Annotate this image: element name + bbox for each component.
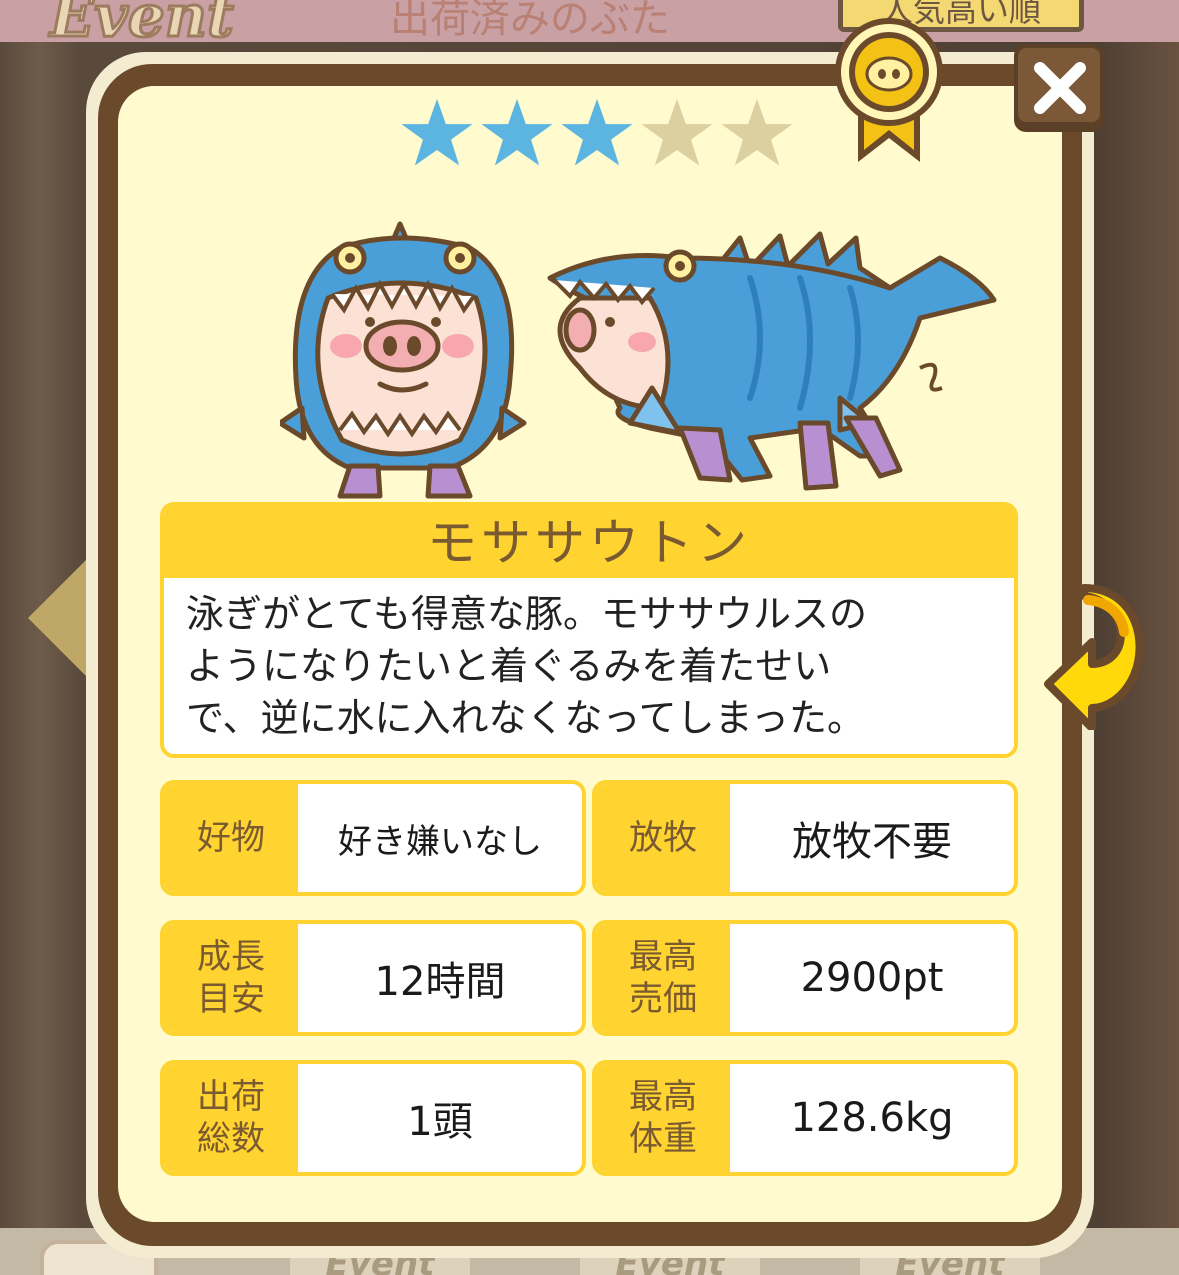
stat-value: 放牧不要 (792, 819, 952, 865)
pig-info-box: モササウトン 泳ぎがとても得意な豚。モササウルスの ようになりたいと着ぐるみを着… (160, 502, 1018, 758)
stat-label: 最高 体重 (596, 1064, 730, 1172)
stat-label-line: 成長 (197, 937, 265, 977)
stat-label: 好物 (164, 784, 298, 892)
close-button[interactable] (1014, 44, 1104, 132)
pig-description-line: で、逆に水に入れなくなってしまった。 (186, 696, 866, 740)
star-empty-icon (721, 98, 793, 166)
stat-value: 12時間 (374, 959, 506, 1005)
star-filled-icon (561, 98, 633, 166)
star-empty-icon (641, 98, 713, 166)
next-arrow-icon[interactable] (1044, 580, 1154, 730)
star-filled-icon (481, 98, 553, 166)
pig-description-line: ようになりたいと着ぐるみを着たせい (186, 644, 832, 688)
stat-label: 放牧 (596, 784, 730, 892)
stat-max-price: 最高 売価 2900pt (592, 920, 1018, 1036)
stat-label: 出荷 総数 (164, 1064, 298, 1172)
stat-label-line: 売価 (629, 979, 697, 1019)
stat-total-shipped: 出荷 総数 1頭 (160, 1060, 586, 1176)
background-header: Event 出荷済みのぶた 人気高い順 (0, 0, 1179, 52)
stat-label-line: 出荷 (197, 1077, 265, 1117)
stat-label: 成長 目安 (164, 924, 298, 1032)
stat-growth-time: 成長 目安 12時間 (160, 920, 586, 1036)
pig-name: モササウトン (164, 506, 1014, 578)
stat-label-line: 体重 (629, 1119, 697, 1159)
event-logo: Event (49, 0, 236, 52)
stat-favorite-food: 好物 好き嫌いなし (160, 780, 586, 896)
pig-medal-icon (835, 18, 943, 162)
stat-value: 1頭 (407, 1099, 473, 1145)
stat-grazing: 放牧 放牧不要 (592, 780, 1018, 896)
background-title: 出荷済みのぶた (390, 0, 670, 42)
stat-label-line: 目安 (197, 979, 265, 1019)
pig-description-line: 泳ぎがとても得意な豚。モササウルスの (186, 592, 867, 636)
star-filled-icon (401, 98, 473, 166)
rarity-stars (400, 96, 800, 170)
close-icon (1034, 62, 1086, 114)
pig-description: 泳ぎがとても得意な豚。モササウルスの ようになりたいと着ぐるみを着たせい で、逆… (164, 578, 1014, 744)
pig-illustration (280, 221, 997, 499)
stat-label-line: 総数 (197, 1119, 265, 1159)
stat-label-line: 最高 (629, 1077, 697, 1117)
stat-value: 好き嫌いなし (338, 821, 542, 862)
stat-max-weight: 最高 体重 128.6kg (592, 1060, 1018, 1176)
stat-label: 最高 売価 (596, 924, 730, 1032)
stat-value: 2900pt (800, 955, 944, 1001)
stat-label-line: 最高 (629, 937, 697, 977)
stat-value: 128.6kg (790, 1095, 954, 1141)
